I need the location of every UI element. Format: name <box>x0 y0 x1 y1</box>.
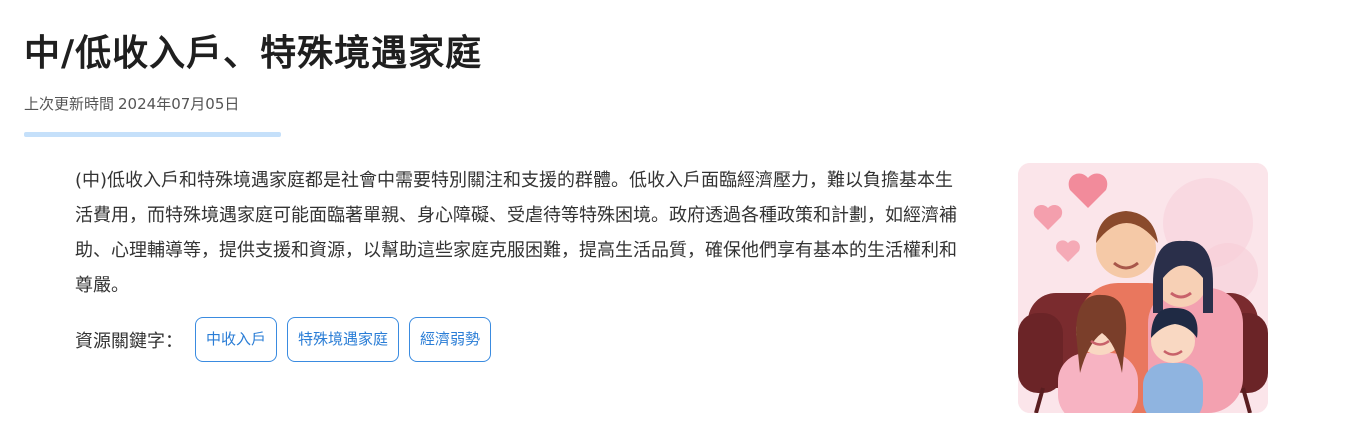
last-updated-date: 2024年07月05日 <box>118 95 240 113</box>
family-illustration <box>1018 163 1268 413</box>
keyword-tag-special-family[interactable]: 特殊境遇家庭 <box>287 317 400 362</box>
keywords-label: 資源關鍵字： <box>75 330 183 352</box>
resource-description: (中)低收入戶和特殊境遇家庭都是社會中需要特別關注和支援的群體。低收入戶面臨經濟… <box>75 170 957 296</box>
page-title: 中/低收入戶、特殊境遇家庭 <box>24 33 483 74</box>
family-illustration-icon <box>1018 163 1268 413</box>
keyword-tag-middle-income[interactable]: 中收入戶 <box>195 317 278 362</box>
title-underline <box>24 132 281 137</box>
last-updated-label: 上次更新時間 <box>24 95 115 113</box>
last-updated: 上次更新時間 2024年07月05日 <box>24 93 239 114</box>
keyword-tag-economic-disadvantage[interactable]: 經濟弱勢 <box>409 317 492 362</box>
keywords-row: 資源關鍵字： 中收入戶 特殊境遇家庭 經濟弱勢 <box>75 317 492 362</box>
